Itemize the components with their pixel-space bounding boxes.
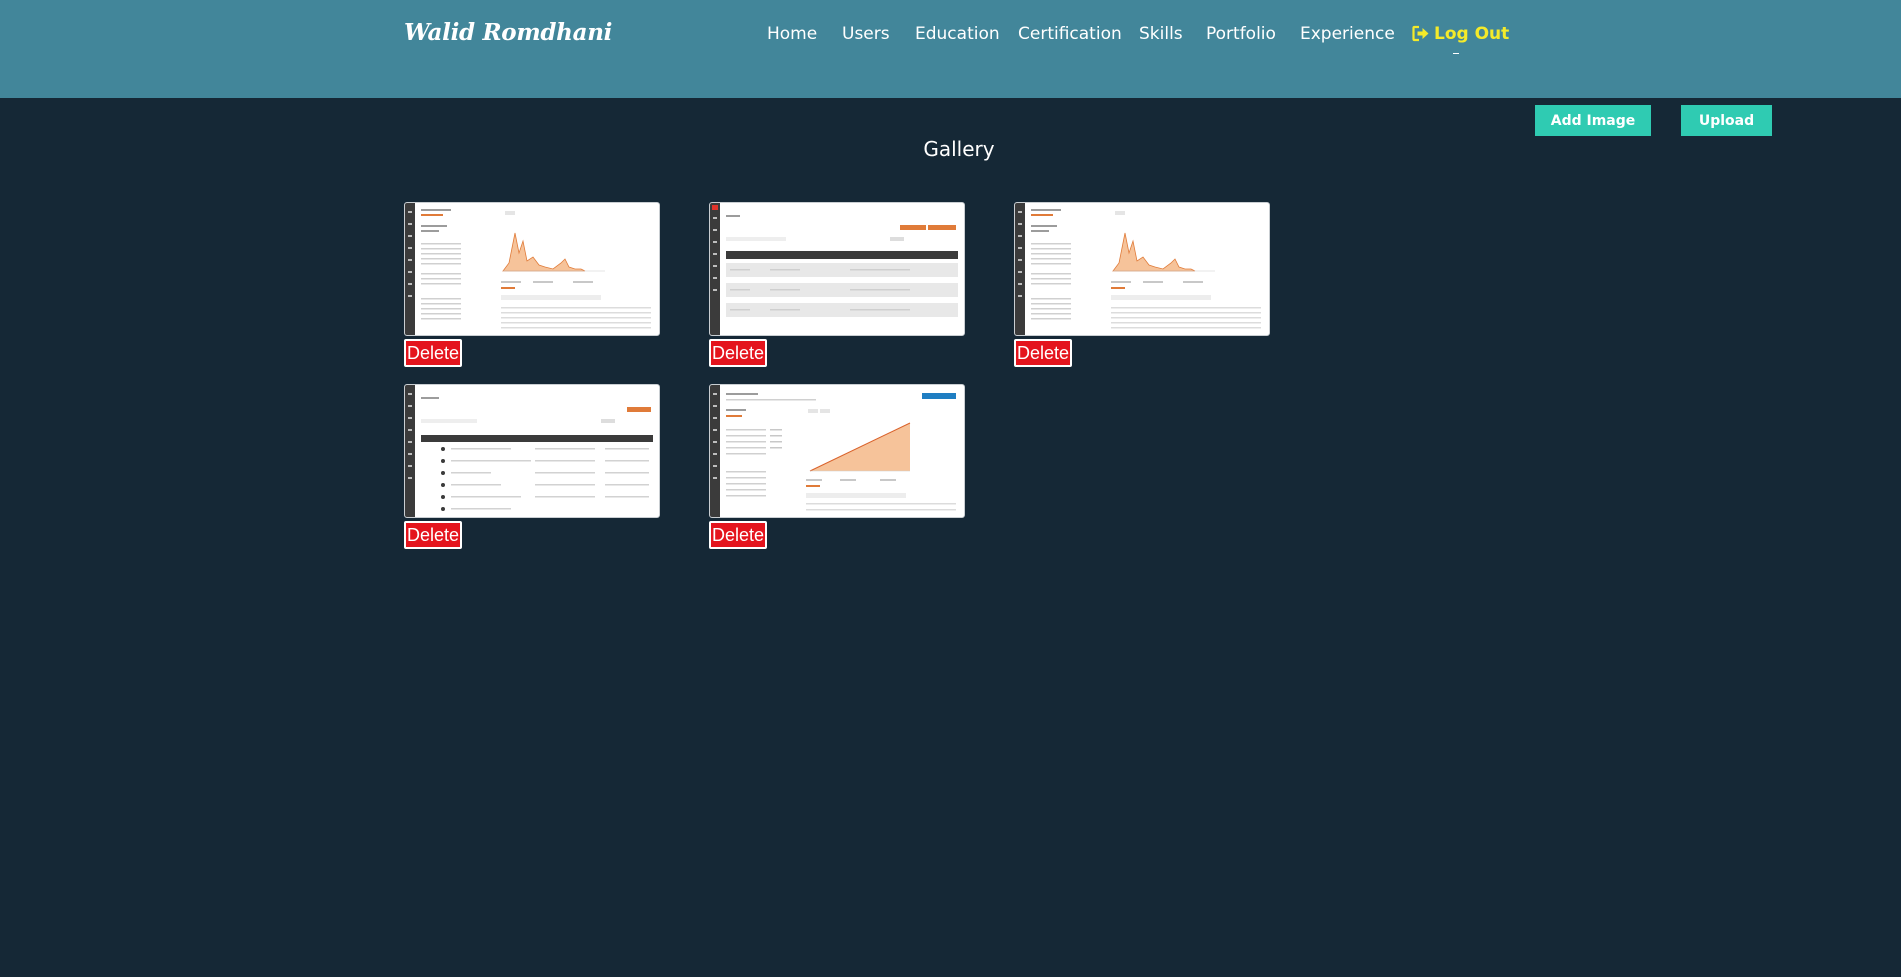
gallery-item: Delete bbox=[709, 384, 965, 549]
nav-education[interactable]: Education bbox=[915, 24, 1000, 44]
delete-button[interactable]: Delete bbox=[709, 521, 768, 549]
gallery-thumbnail[interactable] bbox=[709, 384, 965, 518]
gallery-title: Gallery bbox=[923, 137, 995, 161]
gallery-thumbnail[interactable] bbox=[1014, 202, 1270, 336]
top-navbar: Walid Romdhani Home Users Education Cert… bbox=[0, 0, 1901, 98]
nav-home[interactable]: Home bbox=[767, 24, 817, 44]
gallery-item: Delete bbox=[404, 202, 660, 367]
nav-skills[interactable]: Skills bbox=[1139, 24, 1183, 44]
gallery-item: Delete bbox=[404, 384, 660, 549]
nav-experience[interactable]: Experience bbox=[1300, 24, 1395, 44]
gallery-thumbnail[interactable] bbox=[404, 384, 660, 518]
add-image-button[interactable]: Add Image bbox=[1535, 105, 1651, 136]
brand-logo[interactable]: Walid Romdhani bbox=[404, 19, 612, 46]
sign-out-icon bbox=[1412, 25, 1429, 42]
gallery-item: Delete bbox=[1014, 202, 1270, 367]
nav-portfolio[interactable]: Portfolio bbox=[1206, 24, 1276, 44]
nav-certification[interactable]: Certification bbox=[1018, 24, 1122, 44]
gallery-item: Delete bbox=[709, 202, 965, 367]
gallery-thumbnail[interactable] bbox=[404, 202, 660, 336]
upload-button[interactable]: Upload bbox=[1681, 105, 1772, 136]
delete-button[interactable]: Delete bbox=[404, 521, 463, 549]
delete-button[interactable]: Delete bbox=[1014, 339, 1073, 367]
logout-label: Log Out bbox=[1434, 24, 1510, 44]
active-underline bbox=[1453, 53, 1459, 54]
nav-users[interactable]: Users bbox=[842, 24, 890, 44]
gallery-thumbnail[interactable] bbox=[709, 202, 965, 336]
delete-button[interactable]: Delete bbox=[709, 339, 768, 367]
delete-button[interactable]: Delete bbox=[404, 339, 463, 367]
logout-link[interactable]: Log Out bbox=[1412, 24, 1509, 44]
